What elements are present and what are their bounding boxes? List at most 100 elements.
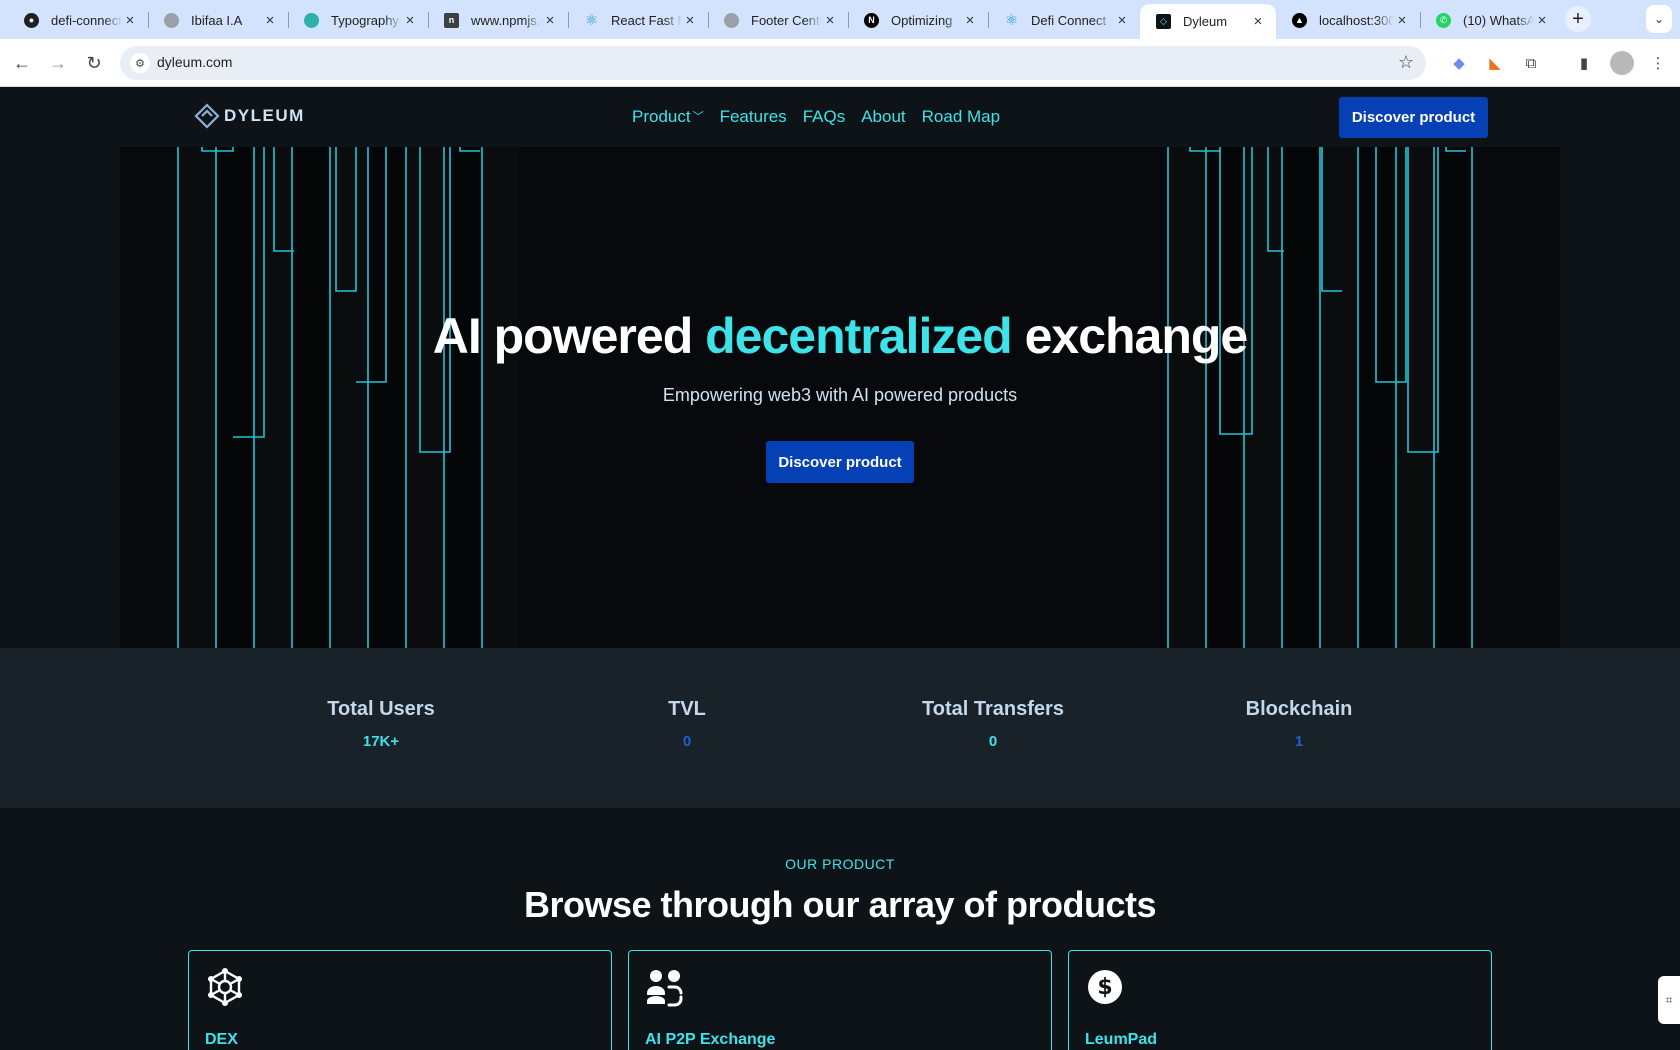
- product-card-name: DEX: [205, 1031, 238, 1048]
- svg-text:$: $: [1097, 975, 1112, 1000]
- address-bar[interactable]: ⚙ dyleum.com ☆: [120, 46, 1426, 80]
- npm-icon: n: [444, 12, 459, 28]
- stat-value: 17K+: [362, 733, 400, 750]
- typography-icon: [304, 12, 319, 28]
- browser-tab[interactable]: n www.npmjs.com ×: [428, 6, 569, 34]
- stat-label: Total Users: [327, 698, 435, 720]
- p2p-users-icon: [647, 970, 683, 1007]
- react-icon: ⚛: [584, 12, 599, 29]
- close-icon[interactable]: ×: [262, 12, 278, 29]
- browser-tab[interactable]: ● defi-connect ×: [8, 6, 149, 34]
- product-card-leumpad[interactable]: $ LeumPad: [1068, 950, 1492, 1050]
- nav-item-label: Product: [632, 107, 691, 126]
- tab-title: Footer Centered: [751, 12, 822, 28]
- browser-tab-active[interactable]: ◇ Dyleum ×: [1140, 4, 1276, 39]
- tab-title: defi-connect: [51, 12, 122, 28]
- nav-item-features[interactable]: Features: [720, 107, 787, 127]
- close-icon[interactable]: ×: [402, 12, 418, 29]
- tab-search-chevron-icon[interactable]: ⌄: [1646, 5, 1672, 33]
- site-logo[interactable]: DYLEUM: [194, 103, 305, 129]
- tab-title: Typography: [331, 12, 399, 28]
- browser-tab[interactable]: ⚛ Defi Connect ×: [988, 6, 1140, 34]
- close-icon[interactable]: ×: [122, 12, 138, 29]
- back-arrow-icon[interactable]: ←: [8, 49, 36, 77]
- browser-tab[interactable]: ⚛ React Fast Marquee ×: [568, 6, 709, 34]
- stat-total-transfers: Total Transfers 0: [873, 698, 1113, 750]
- tab-title: Optimizing: [891, 12, 953, 28]
- reload-icon[interactable]: ↻: [80, 49, 108, 77]
- hero-title-part1: AI powered: [432, 308, 706, 364]
- stat-total-users: Total Users 17K+: [261, 698, 501, 750]
- stat-label: TVL: [668, 698, 706, 720]
- close-icon[interactable]: ×: [822, 12, 838, 29]
- tab-title: localhost:3000: [1319, 12, 1394, 28]
- site-info-icon[interactable]: ⚙: [130, 53, 150, 73]
- tab-title: React Fast Marquee: [611, 12, 682, 28]
- hero-subtitle: Empowering web3 with AI powered products: [662, 385, 1018, 405]
- browser-tab[interactable]: Typography ×: [288, 6, 429, 34]
- forward-arrow-icon[interactable]: →: [44, 49, 72, 77]
- tab-title: Ibifaa I.A: [191, 12, 243, 28]
- globe-icon: [164, 12, 179, 28]
- side-widget-tab[interactable]: ⌗: [1658, 976, 1680, 1024]
- profile-avatar[interactable]: [1610, 51, 1634, 75]
- stat-tvl: TVL 0: [567, 698, 807, 750]
- nav-item-about[interactable]: About: [861, 107, 905, 127]
- browser-tab[interactable]: Footer Centered ×: [708, 6, 849, 34]
- browser-tab[interactable]: ▲ localhost:3000 ×: [1276, 6, 1421, 34]
- nav-item-roadmap[interactable]: Road Map: [922, 107, 1000, 127]
- product-card-dex[interactable]: DEX: [188, 950, 612, 1050]
- products-eyebrow: OUR PRODUCT: [785, 856, 895, 872]
- dollar-coin-icon: $: [1088, 970, 1122, 1004]
- stat-value: 1: [1294, 733, 1304, 750]
- metamask-icon[interactable]: ◣: [1483, 51, 1507, 75]
- new-tab-button[interactable]: +: [1565, 6, 1591, 32]
- products-section: OUR PRODUCT Browse through our array of …: [0, 808, 1680, 1050]
- dyleum-logo-icon: [194, 103, 220, 129]
- product-card-ai-p2p-exchange[interactable]: AI P2P Exchange: [628, 950, 1052, 1050]
- dyleum-icon: ◇: [1156, 14, 1171, 29]
- stat-blockchain: Blockchain 1: [1179, 698, 1419, 750]
- extension-icon[interactable]: ◆: [1447, 51, 1471, 75]
- products-title: Browse through our array of products: [523, 884, 1157, 925]
- tab-title: (10) WhatsApp: [1463, 12, 1534, 28]
- menu-dots-icon[interactable]: ⋮: [1646, 51, 1670, 75]
- hero-title: AI powered decentralized exchange: [120, 307, 1560, 365]
- nav-discover-product-button[interactable]: Discover product: [1339, 97, 1488, 138]
- whatsapp-icon: ✆: [1436, 12, 1451, 28]
- browser-tab[interactable]: Ibifaa I.A ×: [148, 6, 289, 34]
- close-icon[interactable]: ×: [1250, 13, 1266, 30]
- browser-tab[interactable]: N Optimizing ×: [848, 6, 989, 34]
- browser-tab-strip: ● defi-connect × Ibifaa I.A × Typography…: [0, 0, 1680, 39]
- tab-title: www.npmjs.com: [471, 12, 542, 28]
- widget-icon: ⌗: [1665, 992, 1673, 1007]
- browser-tab[interactable]: ✆ (10) WhatsApp ×: [1420, 6, 1560, 34]
- url-text[interactable]: dyleum.com: [157, 54, 232, 70]
- stat-value: 0: [682, 733, 692, 750]
- close-icon[interactable]: ×: [1534, 12, 1550, 29]
- site-navbar: DYLEUM Product ﹀ Features FAQs About Road…: [0, 87, 1680, 147]
- nav-item-product[interactable]: Product ﹀: [632, 107, 704, 127]
- stat-label: Total Transfers: [922, 698, 1064, 720]
- bookmark-star-icon[interactable]: ☆: [1398, 52, 1414, 73]
- close-icon[interactable]: ×: [962, 12, 978, 29]
- nextjs-icon: N: [864, 12, 879, 28]
- close-icon[interactable]: ×: [1394, 12, 1410, 29]
- side-panel-icon[interactable]: ▮: [1572, 51, 1596, 75]
- product-card-name: LeumPad: [1085, 1031, 1158, 1048]
- close-icon[interactable]: ×: [682, 12, 698, 29]
- logo-text: DYLEUM: [224, 106, 305, 125]
- close-icon[interactable]: ×: [1114, 12, 1130, 29]
- extensions-puzzle-icon[interactable]: ⧉: [1519, 51, 1543, 75]
- nav-menu: Product ﹀ Features FAQs About Road Map: [632, 107, 1000, 127]
- webpage: DYLEUM Product ﹀ Features FAQs About Road…: [0, 87, 1680, 1050]
- tab-title: Dyleum: [1183, 14, 1228, 29]
- github-icon: ●: [24, 12, 39, 28]
- globe-icon: [724, 12, 739, 28]
- hero-discover-product-button[interactable]: Discover product: [766, 441, 914, 483]
- product-card-name: AI P2P Exchange: [645, 1031, 776, 1048]
- hero-title-part2: exchange: [1011, 308, 1249, 364]
- chevron-down-icon: ﹀: [692, 111, 704, 123]
- nav-item-faqs[interactable]: FAQs: [803, 107, 846, 127]
- close-icon[interactable]: ×: [542, 12, 558, 29]
